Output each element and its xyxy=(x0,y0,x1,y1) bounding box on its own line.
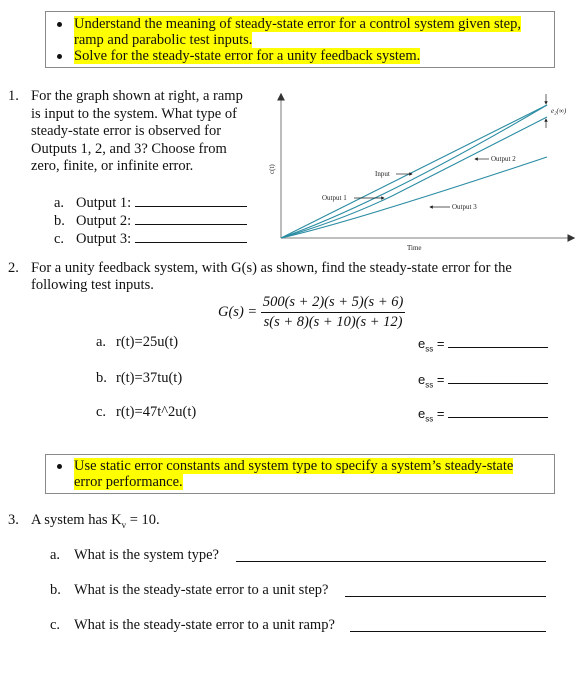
output-3-line xyxy=(280,156,548,239)
answer-blank[interactable] xyxy=(448,335,549,348)
question-number: 1. xyxy=(8,88,19,104)
output-2-label: Output 2 xyxy=(491,155,516,163)
item-label: Output 2: xyxy=(76,213,132,229)
equals-sign: = xyxy=(436,406,445,421)
q2-item-c: c. r(t)=47t^2u(t) xyxy=(96,404,196,421)
y-axis-label: c(t) xyxy=(268,164,276,174)
q3-item-a: a. What is the system type? xyxy=(50,547,550,564)
question-text: For a unity feedback system, with G(s) a… xyxy=(31,260,512,294)
answer-blank[interactable] xyxy=(134,212,247,225)
input-label: Input xyxy=(375,170,390,178)
text-pre: A system has K xyxy=(31,512,122,528)
objective-text: ramp and parabolic test inputs. xyxy=(74,32,253,48)
objective-text: Solve for the steady-state error for a u… xyxy=(74,48,421,64)
answer-blank[interactable] xyxy=(134,194,247,207)
item-letter: b. xyxy=(96,370,107,386)
q2-item-b: b. r(t)=37tu(t) xyxy=(96,370,182,387)
item-letter: c. xyxy=(50,617,61,633)
bullet-icon xyxy=(57,22,62,27)
text-line: For the graph shown at right, a ramp xyxy=(31,88,243,104)
text-line: For a unity feedback system, with G(s) a… xyxy=(31,260,512,276)
text-line: steady-state error is observed for xyxy=(31,123,222,139)
ess-subscript: ss xyxy=(425,380,434,390)
bullet-icon xyxy=(57,54,62,59)
output-3-label: Output 3 xyxy=(452,203,477,211)
tf-denominator: s(s + 8)(s + 10)(s + 12) xyxy=(263,314,403,330)
q3-item-c: c. What is the steady-state error to a un… xyxy=(50,617,550,634)
item-label: Output 3: xyxy=(76,231,132,247)
q1-item-a: a. Output 1: xyxy=(54,194,247,212)
test-input: r(t)=25u(t) xyxy=(116,334,179,350)
steady-state-error-label: e₂(∞) xyxy=(551,107,567,115)
input-line xyxy=(280,104,548,239)
ess-subscript: ss xyxy=(425,414,434,424)
answer-blank[interactable] xyxy=(448,405,549,418)
question-text: For the graph shown at right, a ramp is … xyxy=(31,88,243,176)
test-input: r(t)=47t^2u(t) xyxy=(116,404,197,420)
ess-subscript: ss xyxy=(425,344,434,354)
objective-text: error performance. xyxy=(74,474,183,490)
text-post: = 10. xyxy=(126,512,160,528)
q1-item-b: b. Output 2: xyxy=(54,212,247,230)
x-axis-label: Time xyxy=(407,244,422,252)
objective-text: Use static error constants and system ty… xyxy=(74,458,514,474)
equals-sign: = xyxy=(436,372,445,387)
tf-fraction: 500(s + 2)(s + 5)(s + 6) s(s + 8)(s + 10… xyxy=(260,294,406,331)
bullet-icon xyxy=(57,464,62,469)
answer-blank[interactable] xyxy=(345,584,546,597)
item-label: What is the steady-state error to a unit… xyxy=(74,582,329,598)
objective-item: Understand the meaning of steady-state e… xyxy=(46,16,554,48)
q2-answer-a: ess = xyxy=(418,335,549,354)
output-1-label: Output 1 xyxy=(322,194,347,202)
item-label: Output 1: xyxy=(76,195,132,211)
q2-item-a: a. r(t)=25u(t) xyxy=(96,334,178,351)
item-letter: a. xyxy=(54,195,65,211)
item-label: What is the system type? xyxy=(74,547,219,563)
q3-item-b: b. What is the steady-state error to a un… xyxy=(50,582,550,599)
answer-blank[interactable] xyxy=(350,619,546,632)
item-letter: a. xyxy=(96,334,107,350)
item-letter: c. xyxy=(54,231,65,247)
tf-lhs: G(s) = xyxy=(218,304,258,320)
answer-blank[interactable] xyxy=(448,371,549,384)
objectives-box-2: Use static error constants and system ty… xyxy=(45,454,555,494)
transfer-function: G(s) = 500(s + 2)(s + 5)(s + 6) s(s + 8)… xyxy=(218,294,406,331)
objective-item: Use static error constants and system ty… xyxy=(46,458,554,490)
item-letter: c. xyxy=(96,404,107,420)
text-line: Outputs 1, 2, and 3? Choose from xyxy=(31,140,227,157)
question-text: A system has Kv = 10. xyxy=(31,512,160,530)
text-line: zero, finite, or infinite error. xyxy=(31,158,194,174)
objective-item: Solve for the steady-state error for a u… xyxy=(46,48,554,64)
q1-item-c: c. Output 3: xyxy=(54,230,247,248)
item-label: What is the steady-state error to a unit… xyxy=(74,617,335,633)
answer-blank[interactable] xyxy=(236,549,546,562)
text-line: following test inputs. xyxy=(31,277,154,293)
item-letter: b. xyxy=(50,582,61,598)
question-number: 3. xyxy=(8,512,19,528)
test-input: r(t)=37tu(t) xyxy=(116,370,183,386)
q1-items: a. Output 1: b. Output 2: c. Output 3: xyxy=(54,194,247,248)
tf-numerator: 500(s + 2)(s + 5)(s + 6) xyxy=(260,294,406,313)
item-letter: a. xyxy=(50,547,61,563)
answer-blank[interactable] xyxy=(134,230,247,243)
q2-answer-c: ess = xyxy=(418,405,549,424)
objective-text: Understand the meaning of steady-state e… xyxy=(74,16,521,32)
ramp-response-graph: c(t) Time Input Output 1 Output 2 Output… xyxy=(268,92,576,252)
item-letter: b. xyxy=(54,213,65,229)
objectives-box-1: Understand the meaning of steady-state e… xyxy=(45,11,555,68)
q2-answer-b: ess = xyxy=(418,371,549,390)
text-line: is input to the system. What type of xyxy=(31,105,237,122)
equals-sign: = xyxy=(436,336,445,351)
question-number: 2. xyxy=(8,260,19,276)
output-2-line xyxy=(280,116,548,239)
